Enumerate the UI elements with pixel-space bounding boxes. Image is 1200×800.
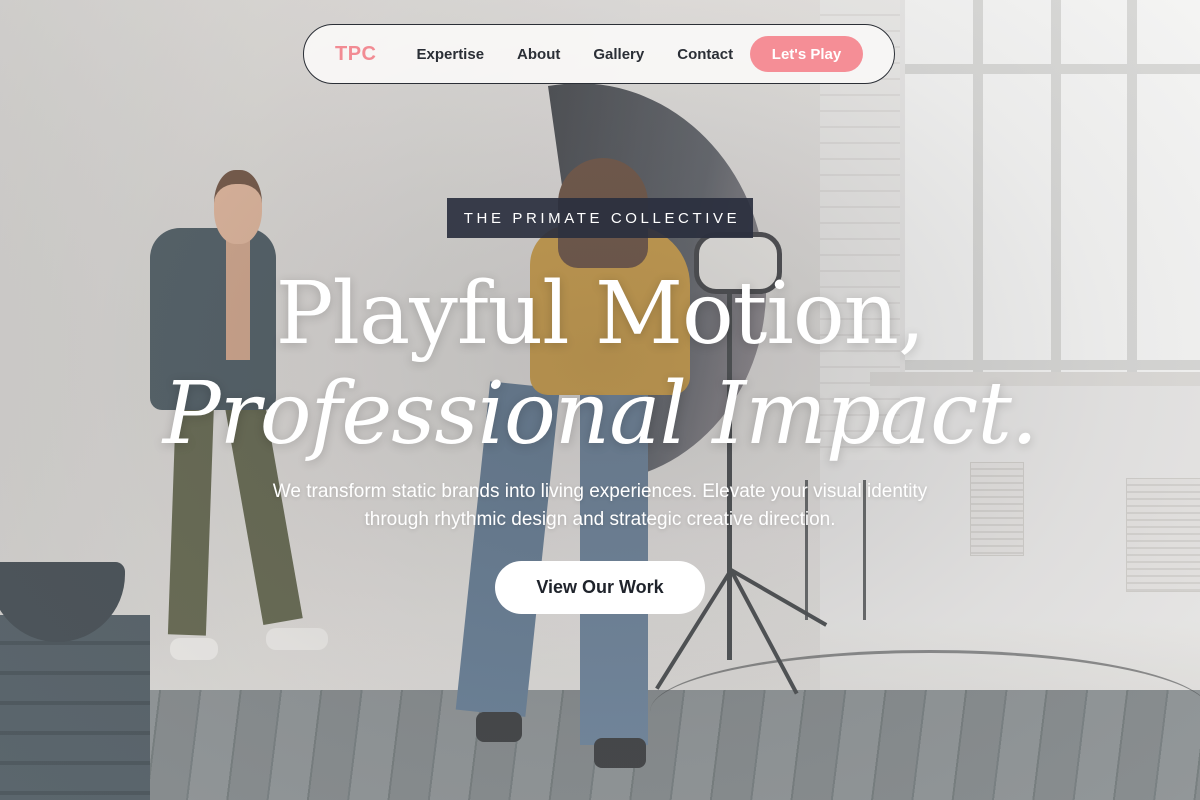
headline-line-1: Playful Motion,: [275, 264, 926, 364]
nav-link-expertise[interactable]: Expertise: [417, 46, 485, 63]
nav-link-gallery[interactable]: Gallery: [593, 46, 644, 63]
nav-link-contact[interactable]: Contact: [677, 46, 733, 63]
top-nav: TPC Expertise About Gallery Contact Let'…: [303, 24, 895, 84]
landing-page: TPC Expertise About Gallery Contact Let'…: [0, 0, 1200, 800]
nav-link-about[interactable]: About: [517, 46, 560, 63]
lets-play-button[interactable]: Let's Play: [750, 36, 863, 72]
view-our-work-button[interactable]: View Our Work: [495, 561, 705, 614]
hero-headline: Playful Motion, Professional Impact.: [0, 262, 1200, 462]
headline-line-2: Professional Impact.: [162, 364, 1038, 464]
brand-logo[interactable]: TPC: [335, 43, 377, 66]
brand-badge: THE PRIMATE COLLECTIVE: [447, 198, 753, 238]
nav-links: Expertise About Gallery Contact: [417, 46, 734, 63]
hero-subtitle: We transform static brands into living e…: [272, 481, 928, 530]
